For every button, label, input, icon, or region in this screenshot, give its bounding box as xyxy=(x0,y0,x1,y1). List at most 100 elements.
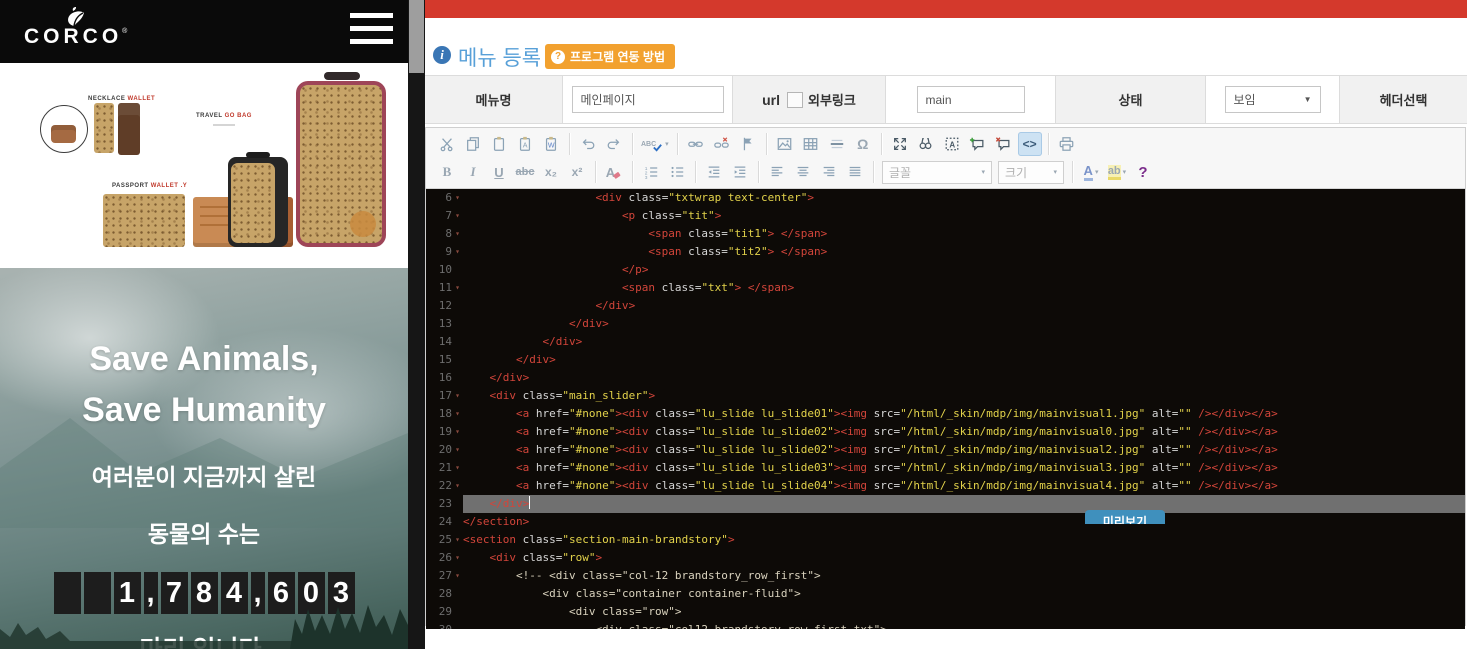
undo-icon[interactable] xyxy=(576,132,600,156)
subscript-icon[interactable]: x₂ xyxy=(539,160,563,184)
code-line[interactable]: 11▾<span class="txt"> </span> xyxy=(426,279,1465,297)
code-line[interactable]: 12</div> xyxy=(426,297,1465,315)
scrollbar-thumb[interactable] xyxy=(409,0,424,73)
code-line[interactable]: 28<div class="container container-fluid"… xyxy=(426,585,1465,603)
code-line[interactable]: 21▾<a href="#none"><div class="lu_slide … xyxy=(426,459,1465,477)
unlink-icon[interactable] xyxy=(710,132,734,156)
line-number: 9 xyxy=(445,243,452,261)
code-line[interactable]: 30<div class="col12 brandstory_row_first… xyxy=(426,621,1465,629)
code-line[interactable]: 15</div> xyxy=(426,351,1465,369)
line-gutter: 28 xyxy=(426,585,463,603)
align-right-icon[interactable] xyxy=(817,160,841,184)
fold-arrow-icon[interactable]: ▾ xyxy=(452,225,463,243)
site-logo[interactable]: CORCO® xyxy=(24,6,124,58)
code-line[interactable]: 17▾<div class="main_slider"> xyxy=(426,387,1465,405)
special-char-icon[interactable]: Ω xyxy=(851,132,875,156)
about-help-icon[interactable]: ? xyxy=(1131,160,1155,184)
code-line[interactable]: 8▾<span class="tit1"> </span> xyxy=(426,225,1465,243)
anchor-flag-icon[interactable] xyxy=(736,132,760,156)
strikethrough-icon[interactable]: abc xyxy=(513,160,537,184)
fold-arrow-icon[interactable]: ▾ xyxy=(452,531,463,549)
hamburger-menu-icon[interactable] xyxy=(350,13,393,49)
preview-button[interactable]: 미리보기 xyxy=(1085,510,1165,524)
fold-arrow-icon[interactable]: ▾ xyxy=(452,441,463,459)
code-line[interactable]: 7▾<p class="tit"> xyxy=(426,207,1465,225)
code-line[interactable]: 20▾<a href="#none"><div class="lu_slide … xyxy=(426,441,1465,459)
underline-icon[interactable]: U xyxy=(487,160,511,184)
source-button[interactable]: <> xyxy=(1018,132,1042,156)
code-line[interactable]: 19▾<a href="#none"><div class="lu_slide … xyxy=(426,423,1465,441)
paste-text-icon[interactable]: A xyxy=(513,132,537,156)
fold-arrow-icon[interactable]: ▾ xyxy=(452,387,463,405)
fold-arrow-icon[interactable]: ▾ xyxy=(452,459,463,477)
fold-arrow-icon[interactable]: ▾ xyxy=(452,567,463,585)
font-dropdown[interactable]: 글꼴 ▾ xyxy=(882,161,992,184)
fold-arrow-icon[interactable]: ▾ xyxy=(452,423,463,441)
program-link-help-button[interactable]: ? 프로그램 연동 방법 xyxy=(545,44,675,69)
fold-arrow-icon[interactable]: ▾ xyxy=(452,405,463,423)
code-lines[interactable]: 6▾<div class="txtwrap text-center">7▾<p … xyxy=(426,189,1465,629)
maximize-icon[interactable] xyxy=(888,132,912,156)
table-icon[interactable] xyxy=(799,132,823,156)
fold-arrow-icon[interactable]: ▾ xyxy=(452,477,463,495)
fold-arrow-icon[interactable]: ▾ xyxy=(452,189,463,207)
tag-add-icon[interactable] xyxy=(966,132,990,156)
link-icon[interactable] xyxy=(684,132,708,156)
code-line[interactable]: 13</div> xyxy=(426,315,1465,333)
registered-mark: ® xyxy=(122,28,127,35)
horizontal-rule-icon[interactable] xyxy=(825,132,849,156)
preview-scrollbar[interactable] xyxy=(408,0,425,649)
code-line[interactable]: 6▾<div class="txtwrap text-center"> xyxy=(426,189,1465,207)
code-line[interactable]: 9▾<span class="tit2"> </span> xyxy=(426,243,1465,261)
fold-arrow-icon[interactable]: ▾ xyxy=(452,549,463,567)
ordered-list-icon[interactable]: 123 xyxy=(639,160,663,184)
bg-color-icon[interactable]: ab▾ xyxy=(1105,160,1129,184)
code-line[interactable]: 10</p> xyxy=(426,261,1465,279)
find-icon[interactable] xyxy=(914,132,938,156)
unordered-list-icon[interactable] xyxy=(665,160,689,184)
fold-arrow-icon[interactable]: ▾ xyxy=(452,243,463,261)
code-line[interactable]: 16</div> xyxy=(426,369,1465,387)
bold-icon[interactable]: B xyxy=(435,160,459,184)
menu-name-input[interactable] xyxy=(572,86,724,113)
toolbar-separator xyxy=(766,133,767,155)
code-text: <section class="section-main-brandstory"… xyxy=(463,531,1465,549)
copy-icon[interactable] xyxy=(461,132,485,156)
outdent-icon[interactable] xyxy=(702,160,726,184)
toolbar-separator xyxy=(873,161,874,183)
product-carousel[interactable]: NECKLACE WALLET PASSPORT WALLET .Y TRAVE… xyxy=(0,63,408,268)
code-line[interactable]: 29<div class="row"> xyxy=(426,603,1465,621)
url-input[interactable] xyxy=(917,86,1025,113)
paste-word-icon[interactable]: W xyxy=(539,132,563,156)
spellcheck-icon[interactable]: ABC ▾ xyxy=(639,132,671,156)
status-select[interactable]: 보임 ▼ xyxy=(1225,86,1321,113)
superscript-icon[interactable]: x² xyxy=(565,160,589,184)
code-line[interactable]: 24</section> xyxy=(426,513,1465,531)
text-color-icon[interactable]: A▾ xyxy=(1079,160,1103,184)
tag-remove-icon[interactable] xyxy=(992,132,1016,156)
indent-icon[interactable] xyxy=(728,160,752,184)
code-line[interactable]: 18▾<a href="#none"><div class="lu_slide … xyxy=(426,405,1465,423)
external-link-checkbox[interactable] xyxy=(787,92,803,108)
code-line[interactable]: 14</div> xyxy=(426,333,1465,351)
code-line[interactable]: 25▾<section class="section-main-brandsto… xyxy=(426,531,1465,549)
select-all-icon[interactable]: A xyxy=(940,132,964,156)
page-title: 메뉴 등록 xyxy=(458,42,541,72)
image-icon[interactable] xyxy=(773,132,797,156)
paste-icon[interactable] xyxy=(487,132,511,156)
remove-format-icon[interactable]: A xyxy=(602,160,626,184)
redo-icon[interactable] xyxy=(602,132,626,156)
italic-icon[interactable]: I xyxy=(461,160,485,184)
code-line[interactable]: 23</div> xyxy=(426,495,1465,513)
cut-icon[interactable] xyxy=(435,132,459,156)
fold-arrow-icon[interactable]: ▾ xyxy=(452,279,463,297)
code-line[interactable]: 26▾<div class="row"> xyxy=(426,549,1465,567)
align-center-icon[interactable] xyxy=(791,160,815,184)
print-icon[interactable] xyxy=(1055,132,1079,156)
align-justify-icon[interactable] xyxy=(843,160,867,184)
size-dropdown[interactable]: 크기 ▾ xyxy=(998,161,1064,184)
code-line[interactable]: 22▾<a href="#none"><div class="lu_slide … xyxy=(426,477,1465,495)
fold-arrow-icon[interactable]: ▾ xyxy=(452,207,463,225)
align-left-icon[interactable] xyxy=(765,160,789,184)
code-line[interactable]: 27▾<!-- <div class="col-12 brandstory_ro… xyxy=(426,567,1465,585)
